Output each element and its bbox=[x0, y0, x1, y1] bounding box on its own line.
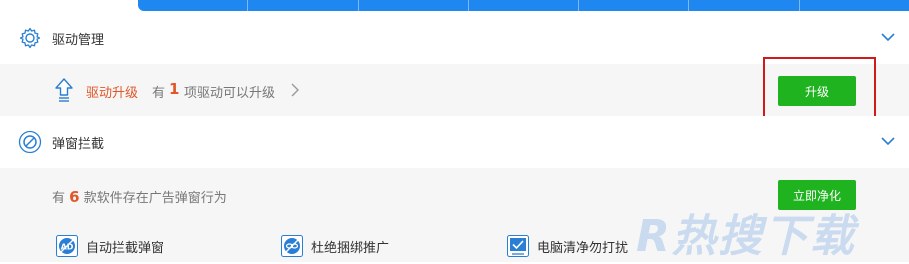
gear-icon bbox=[19, 27, 41, 49]
popup-summary-count: 6 bbox=[69, 188, 80, 206]
popup-section-title: 弹窗拦截 bbox=[52, 136, 105, 152]
feature-label: 电脑清净勿打扰 bbox=[537, 240, 629, 256]
tab-segment[interactable] bbox=[248, 0, 359, 11]
tab-segment[interactable] bbox=[359, 0, 469, 11]
upgrade-arrow-icon bbox=[55, 78, 73, 102]
driver-section-title: 驱动管理 bbox=[52, 32, 105, 48]
feature-item-auto-block: AD 自动拦截弹窗 bbox=[56, 234, 164, 258]
popup-summary-suffix: 款软件存在广告弹窗行为 bbox=[83, 191, 227, 206]
link-block-icon bbox=[281, 235, 303, 257]
feature-item-no-disturb: 电脑清净勿打扰 bbox=[507, 234, 628, 258]
feature-item-no-bundle: 杜绝捆绑推广 bbox=[281, 234, 389, 258]
popup-section-header[interactable]: 弹窗拦截 bbox=[0, 116, 909, 168]
check-box-icon bbox=[507, 235, 529, 257]
purify-now-button[interactable]: 立即净化 bbox=[778, 180, 856, 210]
tab-segment[interactable] bbox=[800, 0, 909, 11]
ad-block-icon: AD bbox=[56, 235, 78, 257]
chevron-down-icon[interactable] bbox=[881, 30, 895, 44]
chevron-down-icon[interactable] bbox=[881, 134, 895, 148]
feature-label: 自动拦截弹窗 bbox=[86, 240, 165, 256]
popup-summary-prefix: 有 bbox=[52, 191, 66, 206]
tab-bar bbox=[138, 0, 909, 11]
driver-upgrade-has: 有 bbox=[152, 86, 166, 101]
popup-summary: 有 6 款软件存在广告弹窗行为 bbox=[52, 187, 227, 206]
chevron-right-icon[interactable] bbox=[290, 83, 300, 97]
driver-upgrade-label: 驱动升级 bbox=[86, 86, 139, 101]
feature-label: 杜绝捆绑推广 bbox=[311, 240, 390, 256]
tab-segment[interactable] bbox=[689, 0, 800, 11]
driver-upgrade-text: 项驱动可以升级 bbox=[184, 86, 276, 101]
tab-segment[interactable] bbox=[469, 0, 580, 11]
tab-segment[interactable] bbox=[579, 0, 690, 11]
annotation-highlight-box bbox=[763, 57, 876, 121]
driver-upgrade-count: 1 bbox=[169, 80, 180, 98]
block-icon bbox=[18, 130, 42, 154]
tab-segment[interactable] bbox=[138, 0, 249, 11]
